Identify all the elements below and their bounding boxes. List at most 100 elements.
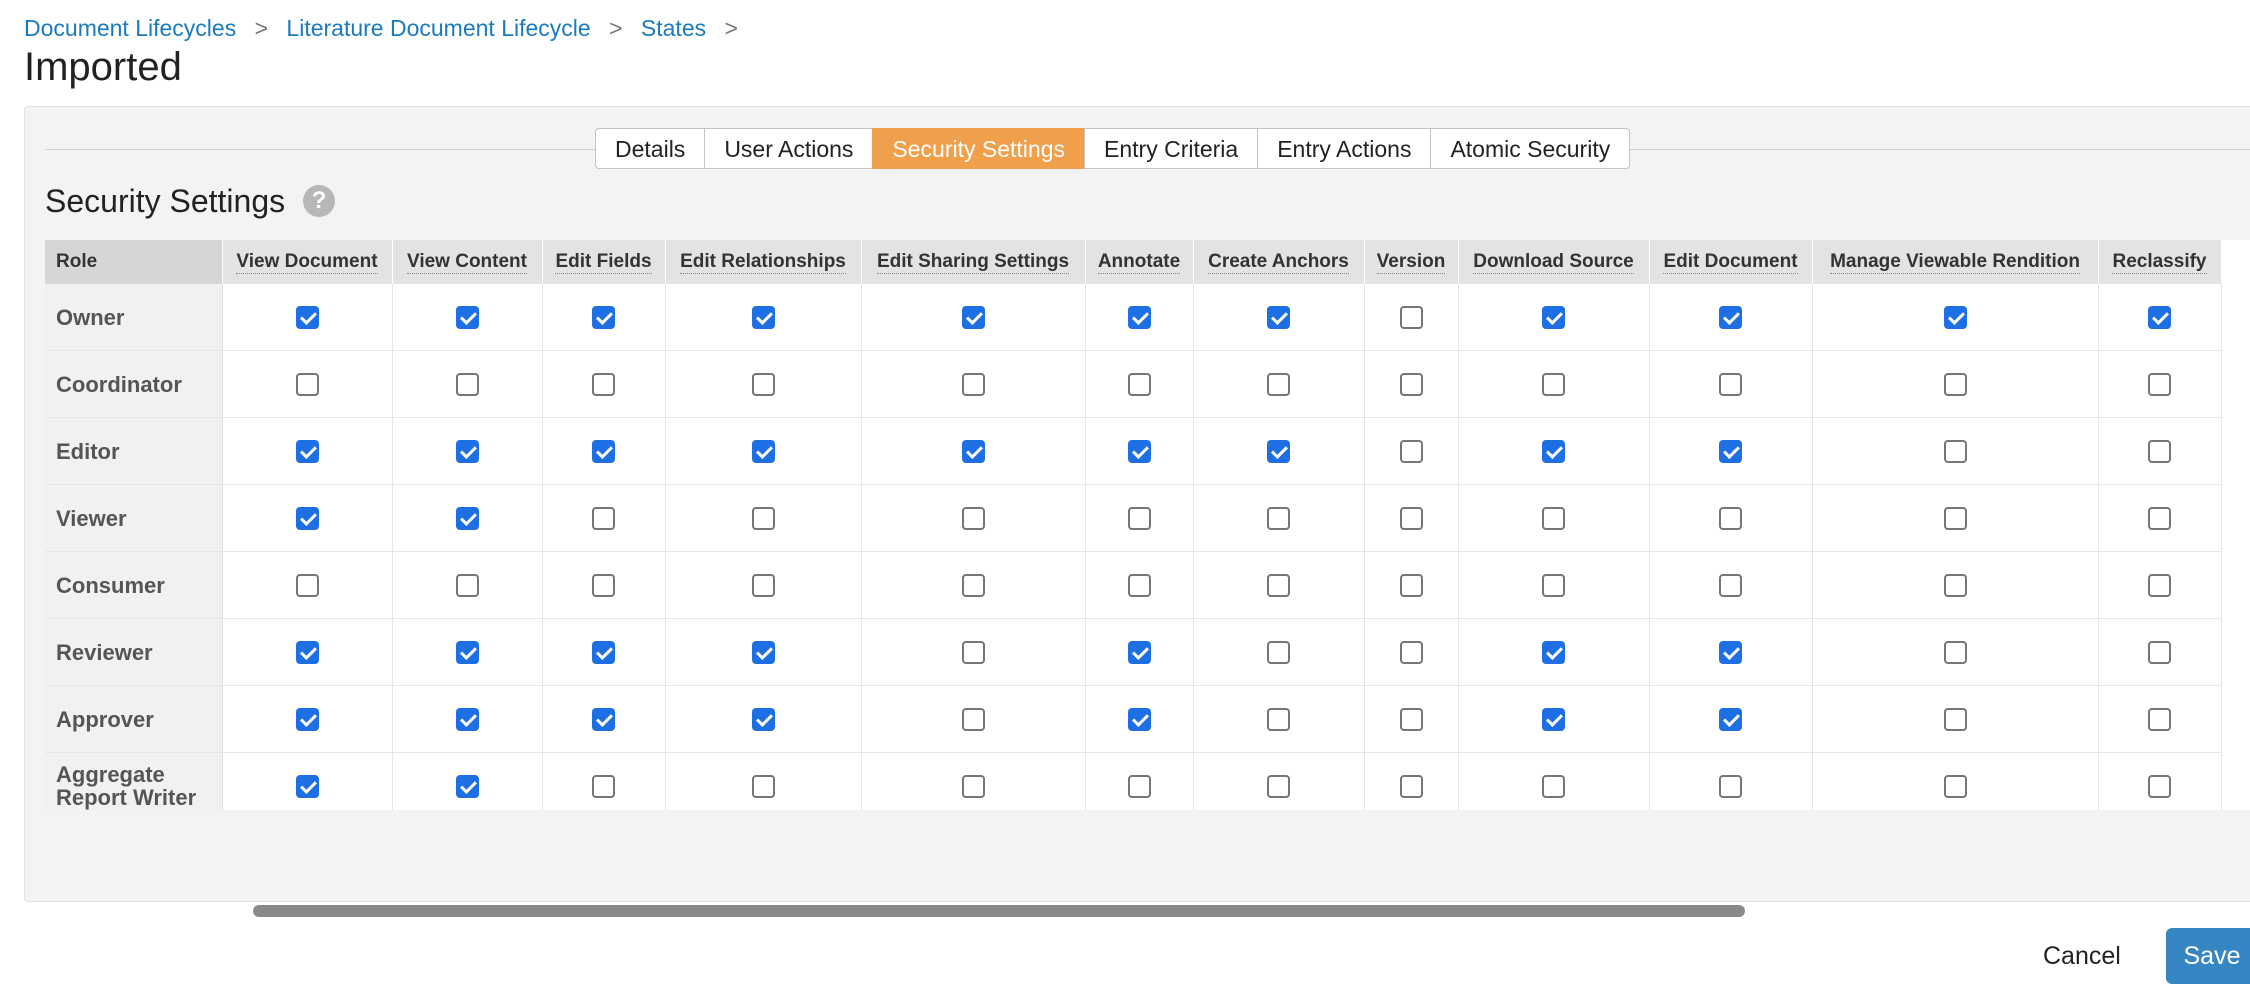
permission-checkbox[interactable] [295, 774, 319, 798]
permission-checkbox[interactable] [751, 707, 775, 731]
permission-checkbox[interactable] [1719, 372, 1742, 396]
permission-checkbox[interactable] [1943, 506, 1967, 530]
permission-checkbox[interactable] [1127, 573, 1151, 597]
permission-checkbox[interactable] [751, 372, 775, 396]
permission-checkbox[interactable] [592, 573, 615, 597]
permission-checkbox[interactable] [1719, 640, 1742, 664]
permission-checkbox[interactable] [1267, 707, 1290, 731]
permission-checkbox[interactable] [1399, 372, 1423, 396]
help-icon[interactable]: ? [303, 185, 336, 217]
permission-checkbox[interactable] [295, 439, 319, 463]
permission-checkbox[interactable] [1127, 372, 1151, 396]
permission-checkbox[interactable] [2148, 506, 2171, 530]
permission-checkbox[interactable] [1542, 774, 1565, 798]
permission-checkbox[interactable] [592, 372, 615, 396]
permission-checkbox[interactable] [751, 439, 775, 463]
permission-checkbox[interactable] [592, 707, 615, 731]
permission-checkbox[interactable] [1267, 640, 1290, 664]
permission-checkbox[interactable] [961, 640, 985, 664]
permission-checkbox[interactable] [2148, 439, 2171, 463]
permission-checkbox[interactable] [1399, 506, 1423, 530]
permission-checkbox[interactable] [1267, 774, 1290, 798]
permission-checkbox[interactable] [1127, 305, 1151, 329]
permission-checkbox[interactable] [1719, 439, 1742, 463]
cancel-button[interactable]: Cancel [2043, 941, 2121, 971]
permission-checkbox[interactable] [751, 640, 775, 664]
permission-checkbox[interactable] [1399, 439, 1423, 463]
permission-checkbox[interactable] [961, 506, 985, 530]
permission-checkbox[interactable] [1267, 305, 1290, 329]
permission-checkbox[interactable] [1542, 439, 1565, 463]
permission-checkbox[interactable] [592, 640, 615, 664]
permission-checkbox[interactable] [961, 305, 985, 329]
permission-checkbox[interactable] [1542, 640, 1565, 664]
permission-checkbox[interactable] [2148, 774, 2171, 798]
permission-checkbox[interactable] [1399, 640, 1423, 664]
permission-checkbox[interactable] [592, 305, 615, 329]
breadcrumb-link-literature-document-lifecycle[interactable]: Literature Document Lifecycle [286, 15, 590, 41]
permission-checkbox[interactable] [961, 372, 985, 396]
permission-checkbox[interactable] [455, 439, 479, 463]
permission-checkbox[interactable] [1719, 774, 1742, 798]
permission-checkbox[interactable] [1943, 372, 1967, 396]
permission-checkbox[interactable] [1399, 707, 1423, 731]
permission-checkbox[interactable] [1542, 305, 1565, 329]
tab-entry-criteria[interactable]: Entry Criteria [1084, 128, 1259, 169]
permission-checkbox[interactable] [2148, 573, 2171, 597]
permission-checkbox[interactable] [1542, 506, 1565, 530]
permission-checkbox[interactable] [1943, 439, 1967, 463]
permission-checkbox[interactable] [1542, 372, 1565, 396]
permission-checkbox[interactable] [295, 372, 319, 396]
permission-checkbox[interactable] [1719, 305, 1742, 329]
permission-checkbox[interactable] [1267, 439, 1290, 463]
permission-checkbox[interactable] [295, 707, 319, 731]
permission-checkbox[interactable] [455, 707, 479, 731]
permission-checkbox[interactable] [1719, 573, 1742, 597]
breadcrumb-link-states[interactable]: States [641, 15, 706, 41]
permission-checkbox[interactable] [961, 774, 985, 798]
permission-checkbox[interactable] [295, 573, 319, 597]
permission-checkbox[interactable] [1127, 506, 1151, 530]
permission-checkbox[interactable] [455, 305, 479, 329]
permission-checkbox[interactable] [961, 573, 985, 597]
permission-checkbox[interactable] [1399, 305, 1423, 329]
permission-checkbox[interactable] [1127, 774, 1151, 798]
permission-checkbox[interactable] [1267, 372, 1290, 396]
permission-checkbox[interactable] [751, 305, 775, 329]
tab-atomic-security[interactable]: Atomic Security [1430, 128, 1631, 169]
permission-checkbox[interactable] [1399, 573, 1423, 597]
tab-security-settings[interactable]: Security Settings [872, 128, 1086, 169]
permission-checkbox[interactable] [2148, 372, 2171, 396]
permission-checkbox[interactable] [1943, 707, 1967, 731]
horizontal-scrollbar[interactable] [253, 905, 1745, 917]
permission-checkbox[interactable] [1542, 573, 1565, 597]
permission-checkbox[interactable] [592, 439, 615, 463]
breadcrumb-link-document-lifecycles[interactable]: Document Lifecycles [24, 15, 236, 41]
permission-checkbox[interactable] [455, 372, 479, 396]
permission-checkbox[interactable] [1943, 774, 1967, 798]
tab-entry-actions[interactable]: Entry Actions [1257, 128, 1432, 169]
permission-checkbox[interactable] [961, 439, 985, 463]
tab-details[interactable]: Details [595, 128, 706, 169]
permission-checkbox[interactable] [2148, 707, 2171, 731]
permission-checkbox[interactable] [751, 506, 775, 530]
permission-checkbox[interactable] [455, 506, 479, 530]
permission-checkbox[interactable] [1127, 439, 1151, 463]
permission-checkbox[interactable] [1542, 707, 1565, 731]
permission-checkbox[interactable] [1943, 573, 1967, 597]
permission-checkbox[interactable] [1719, 506, 1742, 530]
permission-checkbox[interactable] [592, 506, 615, 530]
permission-checkbox[interactable] [751, 573, 775, 597]
permission-checkbox[interactable] [1399, 774, 1423, 798]
permission-checkbox[interactable] [961, 707, 985, 731]
permission-checkbox[interactable] [1267, 506, 1290, 530]
permission-checkbox[interactable] [295, 506, 319, 530]
permission-checkbox[interactable] [455, 573, 479, 597]
permission-checkbox[interactable] [455, 640, 479, 664]
permission-checkbox[interactable] [1719, 707, 1742, 731]
permission-checkbox[interactable] [295, 305, 319, 329]
permission-checkbox[interactable] [1127, 640, 1151, 664]
permission-checkbox[interactable] [1267, 573, 1290, 597]
permission-checkbox[interactable] [455, 774, 479, 798]
permission-checkbox[interactable] [2148, 640, 2171, 664]
